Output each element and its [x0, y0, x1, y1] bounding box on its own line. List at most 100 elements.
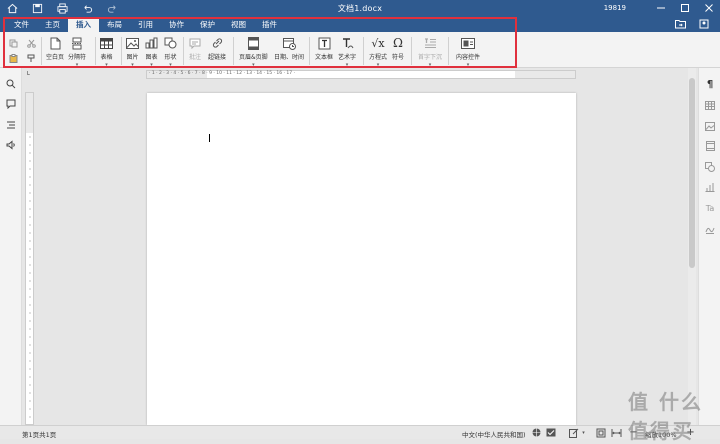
- chevron-down-icon: ▾: [376, 62, 380, 68]
- speaker-icon[interactable]: [5, 139, 17, 151]
- watermark: 值 什么值得买: [628, 390, 703, 443]
- content-control-icon: [461, 36, 475, 50]
- minimize-button[interactable]: [654, 1, 668, 15]
- calendar-clock-icon: [282, 36, 296, 50]
- text-art-settings-icon[interactable]: Ta: [704, 202, 716, 214]
- page-break-icon: [71, 36, 83, 50]
- content-control-label: 内容控件: [456, 54, 481, 61]
- navigation-icon[interactable]: [5, 119, 17, 131]
- datetime-label: 日期、时间: [274, 54, 305, 61]
- drop-cap-label: 首字下沉: [418, 54, 443, 61]
- signature-icon[interactable]: [704, 223, 716, 235]
- chart-label: 图表: [145, 54, 158, 61]
- spellcheck-icon[interactable]: [545, 427, 556, 438]
- textbox-button[interactable]: 文本框: [315, 36, 333, 61]
- text-art-button[interactable]: 艺术字 ▾: [338, 36, 356, 68]
- vertical-scrollbar[interactable]: [688, 68, 696, 425]
- tab-collaboration[interactable]: 协作: [161, 17, 192, 32]
- open-location-icon[interactable]: [674, 18, 686, 30]
- vertical-ruler[interactable]: [25, 92, 34, 425]
- language-selector[interactable]: 中文(中华人民共和国): [462, 429, 526, 439]
- drop-cap-icon: [424, 36, 437, 50]
- header-footer-button[interactable]: 页眉&页脚 ▾: [239, 36, 268, 68]
- tab-layout[interactable]: 布局: [99, 17, 130, 32]
- chevron-down-icon: ▾: [466, 62, 470, 68]
- title-bar: 文档1.docx 19819: [0, 0, 720, 17]
- language-globe-icon[interactable]: [531, 427, 542, 438]
- ruler-tab-icon[interactable]: L: [27, 71, 33, 77]
- table-button[interactable]: 表格 ▾: [100, 36, 113, 68]
- equation-label: 方程式: [369, 54, 388, 61]
- page-info[interactable]: 第1页共1页: [22, 429, 56, 439]
- blank-page-label: 空白页: [46, 54, 65, 61]
- tab-home[interactable]: 主页: [37, 17, 68, 32]
- chart-settings-icon[interactable]: [704, 181, 716, 193]
- ribbon-separator: [309, 37, 310, 65]
- left-sidebar: [0, 68, 22, 425]
- scrollbar-thumb[interactable]: [689, 78, 695, 268]
- menu-tabs: 文件 主页 插入 布局 引用 协作 保护 视图 插件: [6, 17, 285, 32]
- chevron-down-icon: ▾: [105, 62, 108, 68]
- chevron-down-icon: ▾: [75, 62, 79, 68]
- header-footer-settings-icon[interactable]: [704, 140, 716, 152]
- text-art-icon: [341, 36, 354, 50]
- datetime-button[interactable]: 日期、时间: [274, 36, 304, 61]
- header-footer-icon: [247, 36, 259, 50]
- chart-button[interactable]: 图表 ▾: [145, 36, 158, 68]
- hyperlink-button[interactable]: 超链接: [208, 36, 226, 61]
- symbol-button[interactable]: Ω 符号: [392, 36, 404, 61]
- separator-button[interactable]: 分隔符 ▾: [68, 36, 86, 68]
- search-icon[interactable]: [5, 78, 17, 90]
- cut-icon[interactable]: [26, 38, 36, 48]
- fit-width-icon[interactable]: [611, 427, 622, 438]
- copy-icon[interactable]: [8, 38, 18, 48]
- symbol-label: 符号: [392, 54, 405, 61]
- tab-file[interactable]: 文件: [6, 17, 37, 32]
- image-settings-icon[interactable]: [704, 120, 716, 132]
- tab-references[interactable]: 引用: [130, 17, 161, 32]
- comment-button[interactable]: 批注: [189, 36, 201, 61]
- blank-page-button[interactable]: 空白页: [46, 36, 64, 61]
- table-settings-icon[interactable]: [704, 99, 716, 111]
- fit-page-icon[interactable]: [595, 427, 606, 438]
- ribbon-separator: [448, 37, 449, 65]
- chevron-down-icon: ▾: [169, 62, 172, 68]
- ribbon-separator: [411, 37, 412, 65]
- ribbon-separator: [121, 37, 122, 65]
- shape-button[interactable]: 形状 ▾: [164, 36, 177, 68]
- ruler-marks: · 1 · 2 · 3 · 4 · 5 · 6 · 7 · 8 · 9 · 10…: [149, 71, 295, 76]
- content-control-button[interactable]: 内容控件 ▾: [456, 36, 480, 68]
- tab-insert[interactable]: 插入: [68, 17, 99, 32]
- tab-plugins[interactable]: 插件: [254, 17, 285, 32]
- drop-cap-button[interactable]: 首字下沉 ▾: [418, 36, 442, 68]
- close-button[interactable]: [702, 1, 716, 15]
- ribbon-separator: [363, 37, 364, 65]
- text-art-label: 艺术字: [338, 54, 357, 61]
- horizontal-ruler[interactable]: · 1 · 2 · 3 · 4 · 5 · 6 · 7 · 8 · 9 · 10…: [146, 70, 576, 79]
- text-cursor: [209, 134, 210, 142]
- paste-icon[interactable]: [8, 53, 18, 63]
- shape-label: 形状: [164, 54, 177, 61]
- paragraph-icon[interactable]: ¶: [704, 78, 716, 90]
- equation-button[interactable]: √x 方程式 ▾: [369, 36, 388, 69]
- chevron-down-icon[interactable]: ▾: [578, 427, 589, 438]
- format-painter-icon[interactable]: [26, 53, 36, 63]
- textbox-icon: [318, 36, 331, 50]
- image-label: 图片: [126, 54, 139, 61]
- textbox-label: 文本框: [315, 54, 334, 61]
- image-button[interactable]: 图片 ▾: [126, 36, 139, 68]
- comment-icon: [189, 36, 201, 50]
- tab-protection[interactable]: 保护: [192, 17, 223, 32]
- user-id[interactable]: 19819: [604, 4, 626, 12]
- comments-icon[interactable]: [5, 98, 17, 110]
- table-icon: [100, 36, 113, 50]
- chevron-down-icon: ▾: [131, 62, 134, 68]
- chevron-down-icon: ▾: [150, 62, 153, 68]
- ribbon-separator: [95, 37, 96, 65]
- comment-label: 批注: [189, 54, 202, 61]
- tab-view[interactable]: 视图: [223, 17, 254, 32]
- shape-settings-icon[interactable]: [704, 161, 716, 173]
- account-icon[interactable]: [698, 18, 710, 30]
- document-page[interactable]: [147, 93, 576, 425]
- maximize-button[interactable]: [678, 1, 692, 15]
